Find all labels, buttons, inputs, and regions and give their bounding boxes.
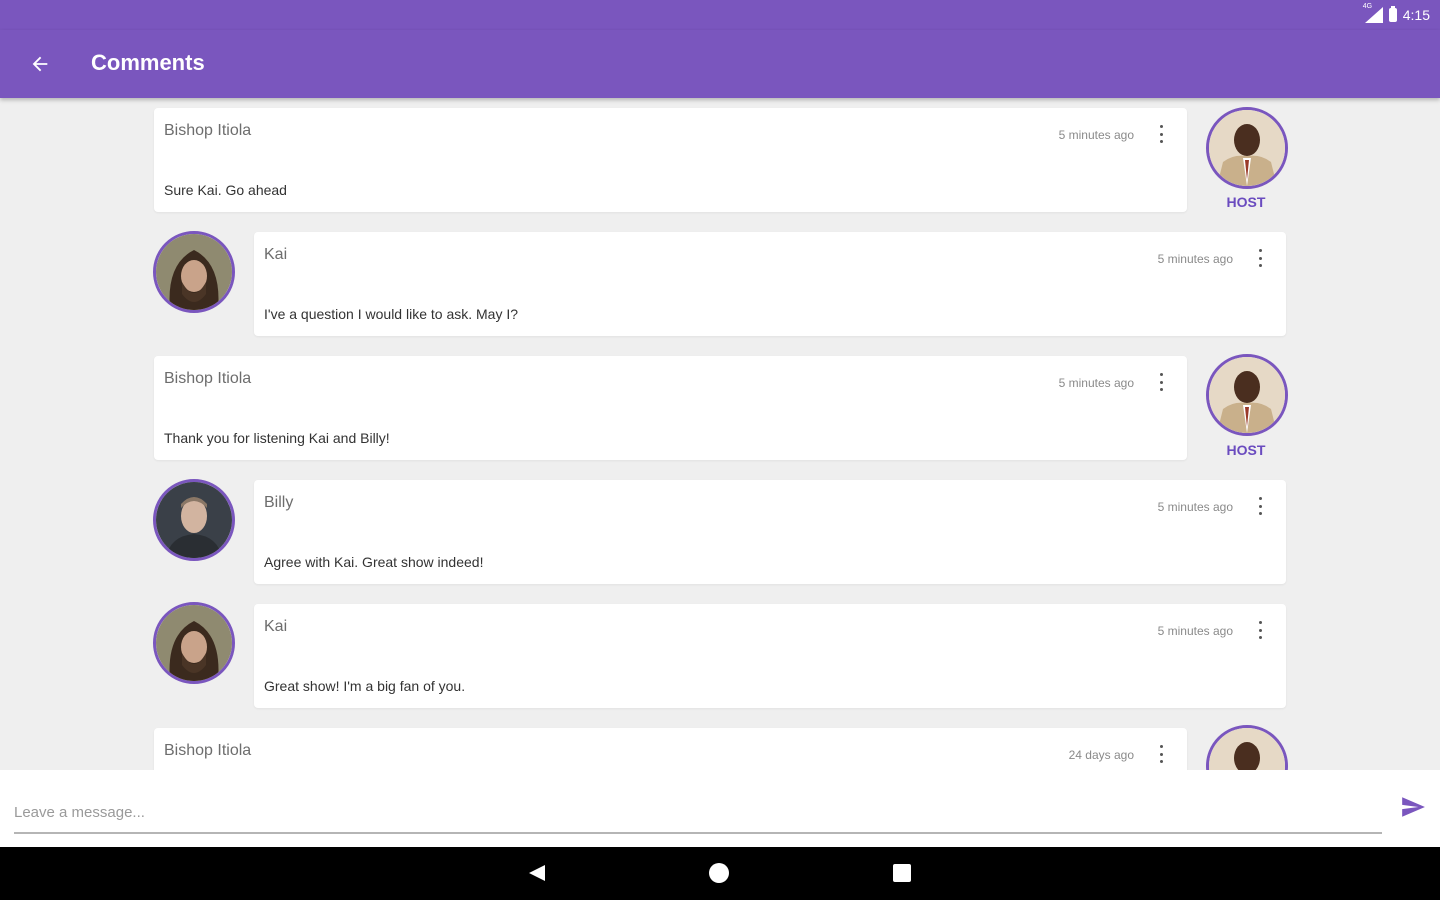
- kai-portrait: [156, 234, 232, 310]
- nav-recents-icon[interactable]: [893, 864, 911, 882]
- more-vert-icon[interactable]: [1254, 248, 1266, 268]
- nav-back-icon[interactable]: [527, 863, 547, 883]
- system-nav-bar: [0, 847, 1440, 900]
- host-portrait: [1209, 110, 1285, 186]
- comment-text: I've a question I would like to ask. May…: [264, 306, 519, 322]
- battery-icon: [1388, 6, 1397, 22]
- back-button[interactable]: [22, 46, 58, 82]
- message-input[interactable]: [14, 792, 1382, 834]
- avatar[interactable]: [153, 602, 235, 684]
- host-badge: HOST: [1226, 194, 1266, 210]
- comment-text: Agree with Kai. Great show indeed!: [264, 554, 484, 570]
- comment-list[interactable]: Bishop Itiola 5 minutes ago Sure Kai. Go…: [0, 98, 1440, 770]
- network-type: 4G: [1362, 3, 1373, 10]
- comment-card: Bishop Itiola 5 minutes ago Sure Kai. Go…: [154, 108, 1187, 212]
- comment-card: Billy 5 minutes ago Agree with Kai. Grea…: [254, 480, 1286, 584]
- comment-author: Billy: [264, 494, 294, 511]
- app-bar: Comments: [0, 30, 1440, 98]
- comment-card: Kai 5 minutes ago Great show! I'm a big …: [254, 604, 1286, 708]
- more-vert-icon[interactable]: [1155, 372, 1167, 392]
- comment-text: Thank you for listening Kai and Billy!: [164, 430, 390, 446]
- page-title: Comments: [91, 50, 205, 75]
- send-icon: [1402, 797, 1425, 817]
- avatar[interactable]: [1206, 107, 1288, 189]
- kai-portrait: [156, 605, 232, 681]
- host-portrait: [1209, 728, 1285, 770]
- signal-icon: 4G: [1363, 3, 1383, 23]
- composer: [0, 770, 1440, 847]
- comment-text: Great show! I'm a big fan of you.: [264, 678, 466, 694]
- comment-time: 24 days ago: [1068, 748, 1134, 762]
- comment-time: 5 minutes ago: [1058, 376, 1134, 390]
- status-icons: 4G 4:15: [1363, 3, 1430, 24]
- more-vert-icon[interactable]: [1254, 496, 1266, 516]
- avatar[interactable]: [153, 231, 235, 313]
- avatar[interactable]: [153, 479, 235, 561]
- more-vert-icon[interactable]: [1155, 124, 1167, 144]
- comment-author: Bishop Itiola: [164, 122, 252, 139]
- more-vert-icon[interactable]: [1254, 620, 1266, 640]
- comment-time: 5 minutes ago: [1157, 252, 1233, 266]
- nav-home-icon[interactable]: [709, 863, 729, 883]
- host-badge: HOST: [1226, 442, 1266, 458]
- comment-text: Sure Kai. Go ahead: [164, 182, 287, 198]
- comment-author: Kai: [264, 246, 288, 263]
- comment-author: Kai: [264, 618, 288, 635]
- comment-author: Bishop Itiola: [164, 742, 252, 759]
- arrow-left-icon: [32, 56, 48, 72]
- avatar[interactable]: [1206, 354, 1288, 436]
- comment-author: Bishop Itiola: [164, 370, 252, 387]
- host-portrait: [1209, 357, 1285, 433]
- comment-time: 5 minutes ago: [1157, 500, 1233, 514]
- clock: 4:15: [1402, 7, 1430, 23]
- comment-card: Bishop Itiola 5 minutes ago Thank you fo…: [154, 356, 1187, 460]
- send-button[interactable]: [1396, 790, 1430, 824]
- comment-card: Bishop Itiola 24 days ago: [154, 728, 1187, 770]
- billy-portrait: [156, 482, 232, 558]
- more-vert-icon[interactable]: [1155, 744, 1167, 764]
- status-bar: 4G 4:15: [0, 0, 1440, 30]
- comment-time: 5 minutes ago: [1058, 128, 1134, 142]
- comment-card: Kai 5 minutes ago I've a question I woul…: [254, 232, 1286, 336]
- comment-time: 5 minutes ago: [1157, 624, 1233, 638]
- avatar[interactable]: [1206, 725, 1288, 770]
